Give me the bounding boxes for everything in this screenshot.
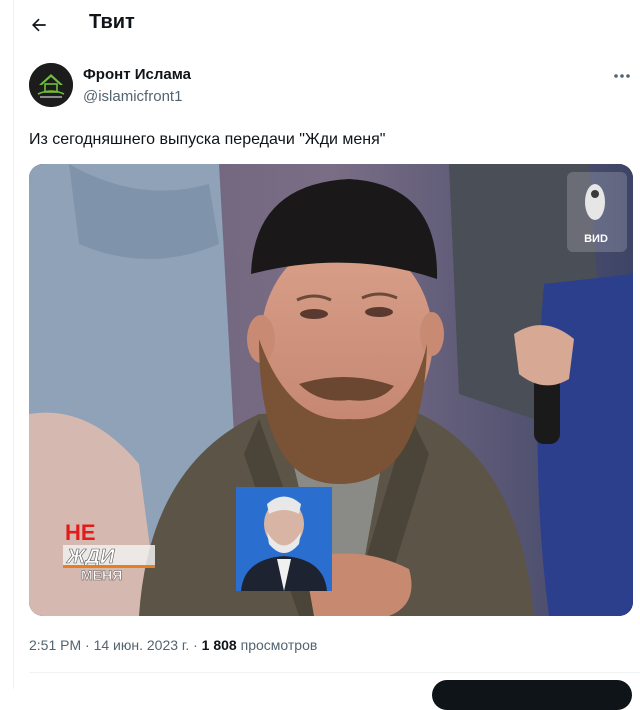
- author-name[interactable]: Фронт Ислама: [83, 66, 191, 83]
- tweet-photo[interactable]: ВИD НЕ ЖДИ МЕНЯ: [29, 164, 633, 616]
- meta-separator: ·: [85, 637, 90, 653]
- author-handle[interactable]: @islamicfront1: [83, 88, 182, 105]
- page-header: Твит: [0, 0, 640, 48]
- tweet-time[interactable]: 2:51 PM: [29, 637, 81, 653]
- action-button[interactable]: [432, 680, 632, 710]
- show-logo-line2: ЖДИ: [66, 546, 115, 568]
- organization-logo-icon: [29, 63, 73, 107]
- more-horizontal-icon: [614, 74, 630, 78]
- divider: [29, 672, 640, 673]
- views-label: просмотров: [240, 637, 318, 653]
- channel-watermark-icon: ВИD: [567, 172, 627, 252]
- tweet-text: Из сегодняшнего выпуска передачи "Жди ме…: [29, 131, 386, 148]
- watermark-text: ВИD: [584, 233, 608, 245]
- arrow-left-icon: [32, 18, 46, 32]
- views-count[interactable]: 1 808: [202, 637, 237, 653]
- more-options-button[interactable]: [608, 66, 636, 86]
- show-logo-line3: МЕНЯ: [81, 567, 122, 583]
- page-title: Твит: [89, 11, 135, 33]
- author-avatar[interactable]: [29, 63, 73, 107]
- tweet-date[interactable]: 14 июн. 2023 г.: [94, 637, 190, 653]
- back-button[interactable]: [22, 8, 56, 42]
- tweet-metadata: 2:51 PM · 14 июн. 2023 г. · 1 808 просмо…: [29, 637, 317, 653]
- meta-separator: ·: [193, 637, 198, 653]
- timeline-border: [13, 0, 14, 689]
- show-logo-line1: НЕ: [65, 520, 96, 545]
